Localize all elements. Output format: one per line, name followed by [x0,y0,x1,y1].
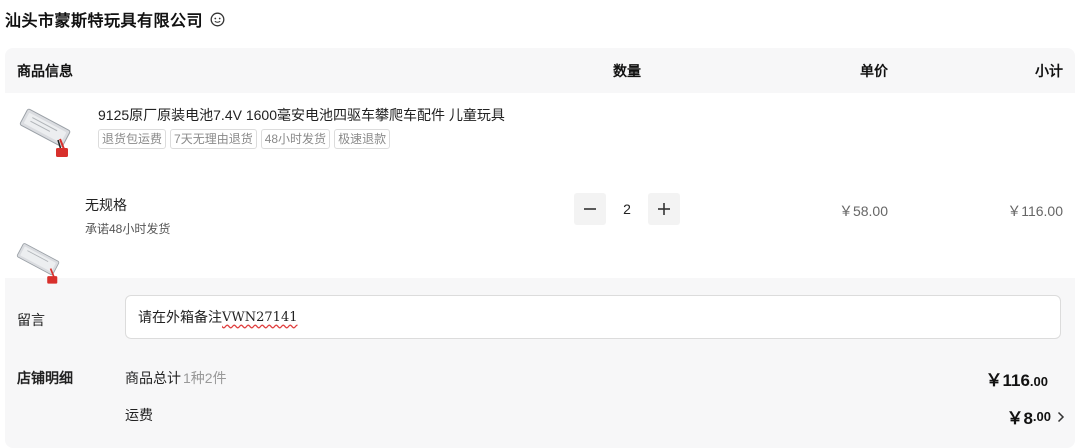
product-title[interactable]: 9125原厂原装电池7.4V 1600毫安电池四驱车攀爬车配件 儿童玩具 [98,105,505,125]
plus-icon [658,203,670,215]
goods-total-cents: .00 [1029,374,1048,389]
goods-total-value: ￥116.00 [985,366,1048,391]
shop-name[interactable]: 汕头市蒙斯特玩具有限公司 [5,7,203,31]
remark-label: 留言 [17,312,45,328]
service-tags: 退货包运费 7天无理由退货 48小时发货 极速退款 [98,129,391,149]
service-tag: 48小时发货 [260,129,331,149]
shipping-value[interactable]: ￥8.00 [1006,404,1065,429]
line-total: ￥116.00 [1007,203,1063,219]
header-subtotal: 小计 [1035,62,1063,79]
service-tag: 极速退款 [334,129,391,149]
header-goods: 商品信息 [17,62,73,79]
shop-detail-label: 店铺明细 [17,370,73,386]
chevron-right-icon [1057,411,1065,423]
remark-text: 请在外箱备注 [138,309,222,325]
decrease-quantity-button[interactable] [574,193,606,225]
header-unit-price: 单价 [860,62,888,79]
table-header: 商品信息 数量 单价 小计 [5,48,1075,93]
shipping-promise: 承诺48小时发货 [85,222,171,236]
goods-total-int: ￥116 [985,371,1030,390]
shipping-label: 运费 [125,407,153,423]
sku-spec: 无规格 [85,197,127,213]
increase-quantity-button[interactable] [648,193,680,225]
minus-icon [584,208,596,210]
smile-chat-icon[interactable] [209,11,225,27]
product-thumbnail[interactable] [14,99,76,161]
service-tag: 退货包运费 [98,129,167,149]
remark-input[interactable]: 请在外箱备注 VWN27141 [125,295,1061,339]
shipping-int: ￥8 [1006,409,1033,428]
sku-thumbnail[interactable] [12,235,64,287]
quantity-value[interactable]: 2 [606,201,648,217]
goods-total-count: 1种2件 [183,370,227,386]
unit-price: ￥58.00 [838,203,888,219]
item-row: 9125原厂原装电池7.4V 1600毫安电池四驱车攀爬车配件 儿童玩具 退货包… [5,93,1075,284]
shop-header: 汕头市蒙斯特玩具有限公司 [5,8,225,30]
order-card: 商品信息 数量 单价 小计 9125原厂原装电池7.4V 1600毫安电池四驱车… [5,48,1075,448]
header-quantity: 数量 [613,62,641,79]
goods-total-label: 商品总计 1种2件 [125,368,227,388]
service-tag: 7天无理由退货 [170,129,257,149]
shipping-cents: .00 [1032,409,1051,424]
quantity-stepper: 2 [574,193,680,225]
goods-total-text: 商品总计 [125,370,181,386]
remark-code: VWN27141 [222,309,298,325]
